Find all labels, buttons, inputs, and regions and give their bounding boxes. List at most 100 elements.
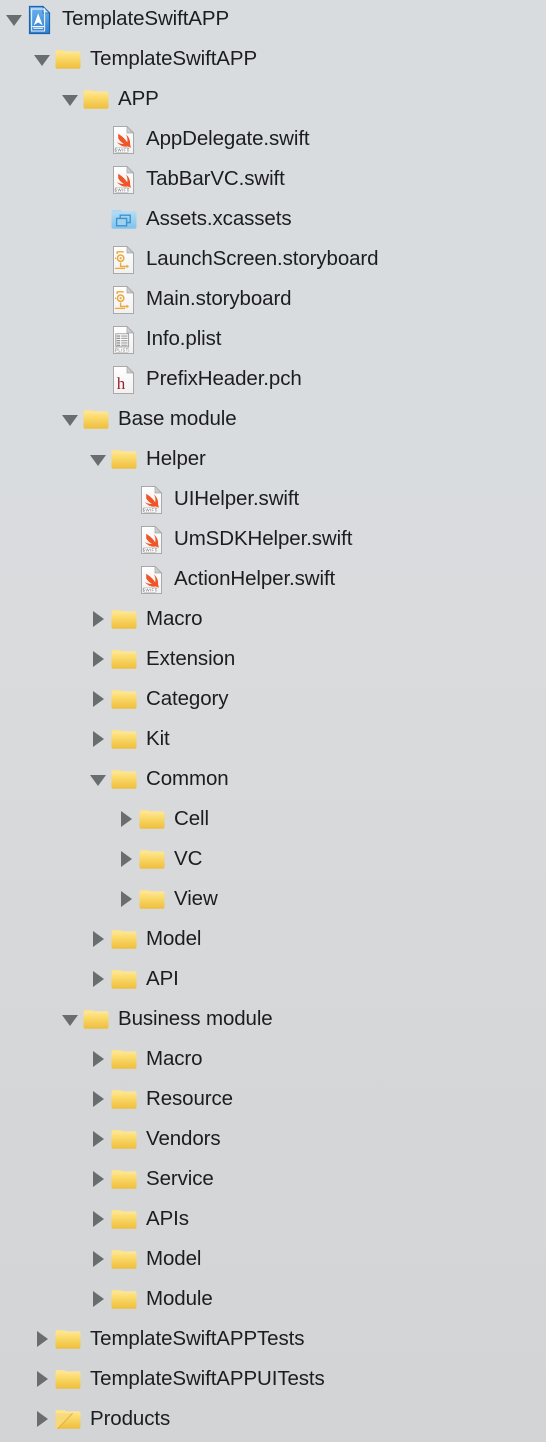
disclosure-triangle-collapsed-icon[interactable] (88, 1209, 110, 1231)
disclosure-triangle-collapsed-icon[interactable] (88, 1129, 110, 1151)
tree-row[interactable]: Model (0, 920, 546, 960)
tree-row-label: Macro (146, 607, 203, 631)
disclosure-triangle-collapsed-icon[interactable] (32, 1369, 54, 1391)
folder-icon (110, 605, 140, 635)
folder-icon (110, 645, 140, 675)
disclosure-triangle-collapsed-icon[interactable] (116, 849, 138, 871)
tree-row-label: APIs (146, 1207, 189, 1231)
folder-icon (138, 845, 168, 875)
swift-file-icon: SWIFT (110, 125, 140, 155)
tree-row[interactable]: Kit (0, 720, 546, 760)
tree-row[interactable]: TemplateSwiftAPPUITests (0, 1360, 546, 1400)
disclosure-triangle-expanded-icon[interactable] (60, 1009, 82, 1031)
tree-row[interactable]: Cell (0, 800, 546, 840)
tree-row[interactable]: LaunchScreen.storyboard (0, 240, 546, 280)
disclosure-triangle-expanded-icon[interactable] (4, 9, 26, 31)
tree-row-label: TemplateSwiftAPPUITests (90, 1367, 325, 1391)
disclosure-triangle-collapsed-icon[interactable] (88, 1289, 110, 1311)
tree-row[interactable]: APP (0, 80, 546, 120)
disclosure-triangle-collapsed-icon[interactable] (88, 1089, 110, 1111)
tree-row-label: PrefixHeader.pch (146, 367, 302, 391)
disclosure-triangle-collapsed-icon[interactable] (88, 729, 110, 751)
tree-row[interactable]: Model (0, 1240, 546, 1280)
tree-row[interactable]: Module (0, 1280, 546, 1320)
tree-row-label: TemplateSwiftAPP (90, 47, 258, 71)
tree-row-label: ActionHelper.swift (174, 567, 336, 591)
disclosure-triangle-collapsed-icon[interactable] (88, 689, 110, 711)
tree-row[interactable]: Base module (0, 400, 546, 440)
tree-row-label: Resource (146, 1087, 233, 1111)
tree-row-label: UIHelper.swift (174, 487, 300, 511)
folder-icon (110, 1045, 140, 1075)
tree-row[interactable]: Common (0, 760, 546, 800)
tree-row[interactable]: SWIFT ActionHelper.swift (0, 560, 546, 600)
tree-row[interactable]: Macro (0, 1040, 546, 1080)
disclosure-triangle-collapsed-icon[interactable] (88, 649, 110, 671)
tree-row[interactable]: Macro (0, 600, 546, 640)
tree-row[interactable]: PLIST Info.plist (0, 320, 546, 360)
tree-row[interactable]: Extension (0, 640, 546, 680)
disclosure-triangle-expanded-icon[interactable] (88, 449, 110, 471)
disclosure-triangle-expanded-icon[interactable] (60, 409, 82, 431)
disclosure-triangle-collapsed-icon[interactable] (88, 1049, 110, 1071)
disclosure-triangle-collapsed-icon[interactable] (88, 1249, 110, 1271)
disclosure-triangle-collapsed-icon[interactable] (88, 609, 110, 631)
tree-row[interactable]: TemplateSwiftAPPTests (0, 1320, 546, 1360)
folder-icon (54, 1365, 84, 1395)
tree-row[interactable]: SWIFT TabBarVC.swift (0, 160, 546, 200)
storyboard-icon (110, 245, 140, 275)
tree-row[interactable]: Assets.xcassets (0, 200, 546, 240)
tree-row[interactable]: TemplateSwiftAPP (0, 40, 546, 80)
tree-row[interactable]: TemplateSwiftAPP (0, 0, 546, 40)
plist-file-icon: PLIST (110, 325, 140, 355)
disclosure-triangle-collapsed-icon[interactable] (88, 969, 110, 991)
folder-icon (54, 45, 84, 75)
tree-row[interactable]: VC (0, 840, 546, 880)
tree-row[interactable]: View (0, 880, 546, 920)
tree-row-label: Main.storyboard (146, 287, 292, 311)
disclosure-triangle-collapsed-icon[interactable] (88, 1169, 110, 1191)
svg-text:PLIST: PLIST (115, 347, 128, 352)
tree-row[interactable]: Resource (0, 1080, 546, 1120)
disclosure-triangle-collapsed-icon[interactable] (116, 889, 138, 911)
disclosure-triangle-collapsed-icon[interactable] (88, 929, 110, 951)
tree-row[interactable]: Business module (0, 1000, 546, 1040)
swift-file-icon: SWIFT (110, 165, 140, 195)
folder-icon (54, 1325, 84, 1355)
header-file-icon: h (110, 365, 140, 395)
xcode-project-icon (26, 5, 56, 35)
tree-row[interactable]: Products (0, 1400, 546, 1440)
folder-icon (110, 1285, 140, 1315)
tree-row[interactable]: Service (0, 1160, 546, 1200)
tree-row[interactable]: h PrefixHeader.pch (0, 360, 546, 400)
project-navigator-tree[interactable]: TemplateSwiftAPP TemplateSwiftAPP APP SWIFT… (0, 0, 546, 1442)
tree-row[interactable]: APIs (0, 1200, 546, 1240)
tree-row-label: Common (146, 767, 229, 791)
disclosure-triangle-expanded-icon[interactable] (32, 49, 54, 71)
disclosure-triangle-expanded-icon[interactable] (88, 769, 110, 791)
tree-row[interactable]: SWIFT UmSDKHelper.swift (0, 520, 546, 560)
folder-icon (110, 1165, 140, 1195)
folder-icon (110, 685, 140, 715)
disclosure-triangle-collapsed-icon[interactable] (32, 1329, 54, 1351)
disclosure-triangle-collapsed-icon[interactable] (116, 809, 138, 831)
tree-row[interactable]: Helper (0, 440, 546, 480)
tree-row[interactable]: Category (0, 680, 546, 720)
folder-icon (110, 445, 140, 475)
tree-row[interactable]: SWIFT UIHelper.swift (0, 480, 546, 520)
tree-row-label: Cell (174, 807, 209, 831)
tree-row[interactable]: SWIFT AppDelegate.swift (0, 120, 546, 160)
disclosure-triangle-collapsed-icon[interactable] (32, 1409, 54, 1431)
tree-row-label: Module (146, 1287, 213, 1311)
tree-row[interactable]: Vendors (0, 1120, 546, 1160)
tree-row[interactable]: Main.storyboard (0, 280, 546, 320)
svg-text:SWIFT: SWIFT (114, 187, 129, 192)
tree-row-label: Business module (118, 1007, 273, 1031)
tree-row-label: Products (90, 1407, 171, 1431)
products-folder-icon (54, 1405, 84, 1435)
tree-row[interactable]: API (0, 960, 546, 1000)
folder-icon (82, 405, 112, 435)
disclosure-triangle-expanded-icon[interactable] (60, 89, 82, 111)
